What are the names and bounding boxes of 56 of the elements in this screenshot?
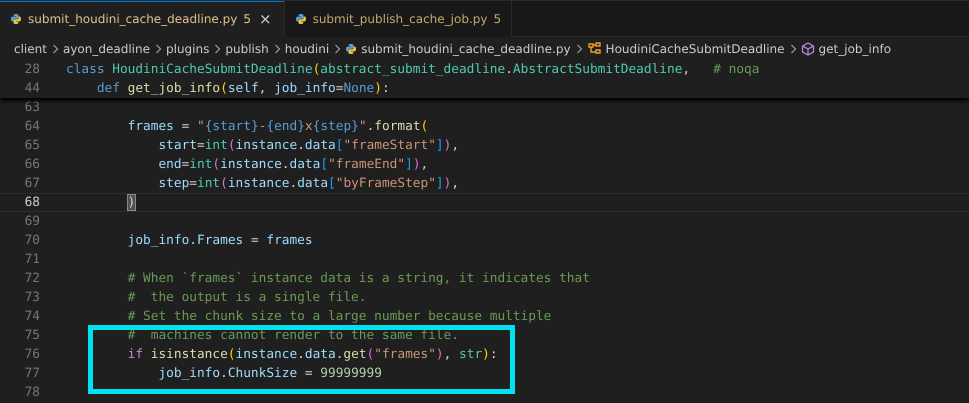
line-number: 64 [24, 119, 40, 134]
python-icon [294, 13, 307, 25]
chevron-icon [52, 44, 59, 54]
line-number: 28 [24, 62, 40, 77]
line-number: 70 [24, 233, 40, 248]
code-line: def get_job_info(self, job_info=None): [96, 81, 390, 96]
editor-tab[interactable]: submit_houdini_cache_deadline.py 5 × [0, 1, 285, 37]
line-number: 77 [24, 366, 40, 381]
line-number: 63 [24, 100, 40, 115]
code-line: # machines cannot render to the same file. [126, 328, 459, 343]
line-number: 68 [24, 195, 40, 210]
code-line: # the output is a single file. [126, 290, 366, 305]
breadcrumb-item[interactable]: plugins [166, 42, 210, 56]
line-number: 66 [24, 157, 40, 172]
line-number: 78 [24, 385, 40, 400]
cube-icon [800, 42, 815, 56]
problem-count: 5 [494, 12, 502, 26]
code-line: end=int(instance.data["frameEnd"]), [157, 157, 428, 172]
breadcrumb-item[interactable]: client [14, 42, 47, 56]
line-number: 72 [24, 271, 40, 286]
line-number: 67 [24, 176, 40, 191]
chevron-icon [790, 44, 797, 54]
breadcrumb-item[interactable]: get_job_info [818, 42, 892, 56]
code-line: step=int(instance.data["byFrameStep"]), [157, 176, 460, 191]
line-number: 73 [24, 290, 40, 305]
breadcrumb-item[interactable]: ayon_deadline [62, 42, 150, 56]
line-number: 76 [24, 347, 40, 362]
chevron-icon [214, 44, 222, 54]
editor-tab[interactable]: submit_publish_cache_job.py 5 [284, 1, 512, 37]
chevron-icon [274, 44, 281, 54]
class-icon [586, 42, 602, 56]
breadcrumb-item[interactable]: publish [225, 42, 269, 56]
line-number: 74 [24, 309, 40, 324]
line-number: 69 [24, 214, 40, 229]
code-line: # When `frames` instance data is a string, it indicates that [126, 271, 590, 286]
chevron-icon [334, 44, 342, 54]
python-icon [10, 13, 22, 25]
breadcrumb-item[interactable]: HoudiniCacheSubmitDeadline [606, 42, 785, 56]
problem-count: 5 [243, 12, 251, 26]
code-line: start=int(instance.data["frameStart"]), [157, 138, 460, 153]
chevron-icon [576, 44, 583, 54]
line-number: 75 [24, 328, 40, 343]
code-line: if isinstance(instance.data.get("frames"), str): [126, 347, 498, 362]
close-button[interactable]: × [256, 10, 274, 28]
line-number: 71 [24, 252, 40, 267]
code-line: job_info.Frames = frames [126, 233, 313, 248]
breadcrumb-item[interactable]: submit_houdini_cache_deadline.py [361, 42, 571, 56]
code-line: class HoudiniCacheSubmitDeadline(abstract_submit_deadline.AbstractSubmitDeadline, # noqa [66, 62, 760, 77]
chevron-icon [155, 44, 162, 54]
line-number: 65 [24, 138, 40, 153]
python-icon [345, 42, 358, 54]
code-line: # Set the chunk size to a large number because multiple [126, 309, 552, 324]
code-line: job_info.ChunkSize = 99999999 [157, 366, 382, 381]
breadcrumb-item[interactable]: houdini [284, 42, 330, 56]
line-number: 44 [24, 81, 40, 96]
code-line: frames = "{start}-{end}x{step}".format( [126, 119, 428, 134]
